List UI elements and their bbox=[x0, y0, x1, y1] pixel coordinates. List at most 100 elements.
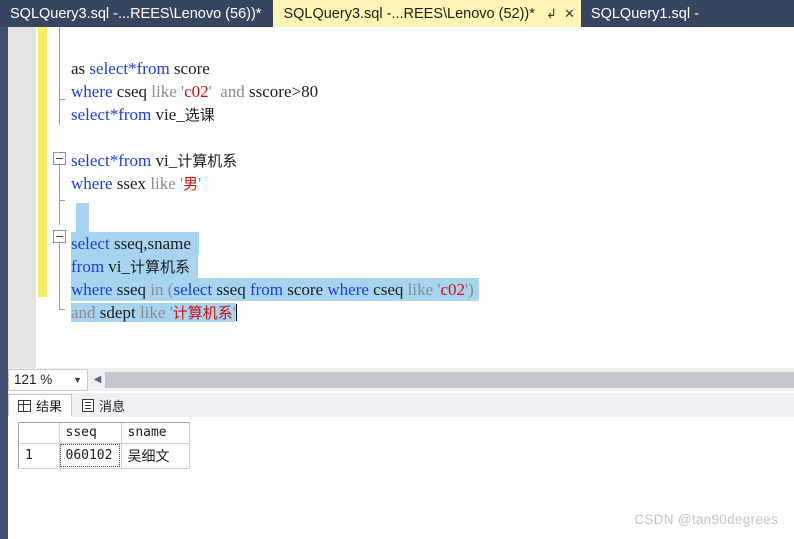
code-token: 选课 bbox=[184, 106, 215, 124]
code-token: 计算机系 bbox=[172, 304, 233, 322]
column-header-sname[interactable]: sname bbox=[121, 423, 190, 444]
code-token: in bbox=[150, 280, 164, 299]
code-token: ' bbox=[176, 82, 185, 101]
fold-line bbox=[59, 99, 60, 125]
code-token: from bbox=[71, 257, 105, 276]
code-line-2[interactable]: where cseq like 'c02' and sscore>80 bbox=[71, 80, 318, 103]
code-token: like bbox=[407, 280, 434, 299]
code-token: sseq,sname bbox=[109, 234, 191, 253]
code-line-1[interactable]: as select*from score bbox=[71, 57, 210, 80]
code-token: score bbox=[169, 59, 210, 78]
code-token: ') bbox=[465, 280, 474, 299]
editor-tab-bar: SQLQuery3.sql -...REES\Lenovo (56))* SQL… bbox=[0, 0, 794, 27]
code-token: c02 bbox=[184, 82, 209, 101]
editor-horizontal-scrollbar[interactable]: ◀ bbox=[90, 369, 794, 390]
code-token: cseq bbox=[368, 280, 408, 299]
code-line-12[interactable]: and sdept like '计算机系' bbox=[71, 301, 238, 324]
fold-toggle-collapse[interactable] bbox=[53, 152, 66, 165]
code-token: where bbox=[71, 174, 113, 193]
table-row[interactable]: 1 060102 吴细文 bbox=[19, 443, 190, 469]
fold-toggle-collapse[interactable] bbox=[53, 230, 66, 243]
code-token: vi_ bbox=[104, 257, 131, 276]
code-token: sdept bbox=[95, 303, 140, 322]
code-token: select*from bbox=[89, 59, 170, 78]
results-tab-bar: 结果 消息 bbox=[8, 393, 794, 417]
tab-messages[interactable]: 消息 bbox=[72, 394, 136, 417]
column-header-rownum[interactable] bbox=[19, 423, 60, 444]
code-token: ' bbox=[198, 174, 202, 193]
code-token: 男 bbox=[183, 175, 199, 193]
tab-results-label: 结果 bbox=[36, 400, 63, 415]
code-token: sscore>80 bbox=[249, 82, 319, 101]
code-line-9[interactable]: select sseq,sname bbox=[71, 232, 199, 255]
code-token: 计算机系 bbox=[130, 258, 191, 276]
code-token: ' bbox=[165, 303, 173, 322]
fold-line bbox=[59, 243, 60, 309]
code-token: vi_ bbox=[151, 151, 178, 170]
column-header-sseq[interactable]: sseq bbox=[59, 423, 122, 444]
code-line-6[interactable]: where ssex like '男' bbox=[71, 172, 201, 195]
tab-sqlquery3-52[interactable]: SQLQuery3.sql -...REES\Lenovo (52))* ↲ ✕ bbox=[273, 0, 581, 27]
code-token: where bbox=[71, 82, 113, 101]
code-token: vie_ bbox=[151, 105, 185, 124]
text-caret bbox=[235, 304, 238, 321]
code-line-3[interactable]: select*from vie_选课 bbox=[71, 103, 215, 126]
grid-icon bbox=[18, 399, 31, 412]
code-token: select*from bbox=[71, 105, 152, 124]
sql-editor[interactable]: as select*from score where cseq like 'c0… bbox=[8, 27, 794, 368]
table-header-row: sseq sname bbox=[19, 423, 190, 444]
editor-indicator-margin[interactable] bbox=[8, 27, 37, 368]
code-token: and bbox=[211, 82, 249, 101]
code-token: where bbox=[71, 280, 113, 299]
code-token: ssex bbox=[112, 174, 151, 193]
scrollbar-thumb[interactable] bbox=[105, 371, 794, 388]
results-grid[interactable]: sseq sname 1 060102 吴细文 bbox=[18, 422, 190, 469]
fold-line bbox=[59, 165, 60, 200]
code-token: select bbox=[173, 280, 213, 299]
cell-sseq[interactable]: 060102 bbox=[59, 443, 122, 469]
cell-sname[interactable]: 吴细文 bbox=[121, 443, 190, 469]
code-token: sseq bbox=[212, 280, 250, 299]
code-token: ( bbox=[163, 280, 174, 299]
code-token: sseq bbox=[112, 280, 151, 299]
tab-label: SQLQuery3.sql -...REES\Lenovo (52))* bbox=[283, 5, 535, 22]
scroll-left-arrow-icon[interactable]: ◀ bbox=[90, 370, 105, 389]
pin-icon[interactable]: ↲ bbox=[544, 6, 559, 21]
editor-change-bar bbox=[38, 27, 47, 297]
tab-messages-label: 消息 bbox=[99, 400, 126, 415]
tab-label: SQLQuery1.sql - bbox=[590, 5, 699, 22]
code-content[interactable]: as select*from score where cseq like 'c0… bbox=[71, 27, 794, 368]
code-token: 计算机系 bbox=[177, 152, 238, 170]
zoom-level-value: 121 % bbox=[14, 372, 53, 387]
tab-actions: ↲ ✕ bbox=[544, 6, 577, 21]
cell-rownum[interactable]: 1 bbox=[19, 443, 60, 469]
code-token: select bbox=[71, 234, 110, 253]
fold-line bbox=[59, 27, 60, 99]
code-token: from bbox=[249, 280, 283, 299]
code-token: as bbox=[71, 59, 90, 78]
zoom-level-selector[interactable]: 121 % ▼ bbox=[8, 368, 88, 391]
code-token: and bbox=[71, 303, 96, 322]
code-token: where bbox=[327, 280, 369, 299]
code-token: select*from bbox=[71, 151, 152, 170]
editor-status-row: 121 % ▼ ◀ bbox=[8, 368, 794, 391]
fold-end-tick bbox=[59, 309, 65, 310]
code-line-5[interactable]: select*from vi_计算机系 bbox=[71, 149, 237, 172]
tab-sqlquery1[interactable]: SQLQuery1.sql - bbox=[580, 0, 709, 27]
close-icon[interactable]: ✕ bbox=[562, 6, 577, 21]
code-token: like bbox=[139, 303, 166, 322]
tab-sqlquery3-56[interactable]: SQLQuery3.sql -...REES\Lenovo (56))* bbox=[0, 0, 272, 27]
code-token: cseq bbox=[112, 82, 152, 101]
code-line-11[interactable]: where sseq in (select sseq from score wh… bbox=[71, 278, 479, 301]
tab-results[interactable]: 结果 bbox=[8, 394, 73, 417]
code-line-10[interactable]: from vi_计算机系 bbox=[71, 255, 199, 278]
watermark: CSDN @tan90degrees bbox=[634, 512, 778, 527]
tab-label: SQLQuery3.sql -...REES\Lenovo (56))* bbox=[10, 5, 262, 22]
message-icon bbox=[82, 399, 95, 412]
fold-line bbox=[59, 200, 60, 225]
selection-blank-line bbox=[76, 203, 89, 226]
editor-fold-column[interactable] bbox=[49, 27, 71, 368]
code-token: score bbox=[283, 280, 328, 299]
chevron-down-icon[interactable]: ▼ bbox=[73, 375, 82, 385]
window-left-rail bbox=[0, 27, 8, 539]
